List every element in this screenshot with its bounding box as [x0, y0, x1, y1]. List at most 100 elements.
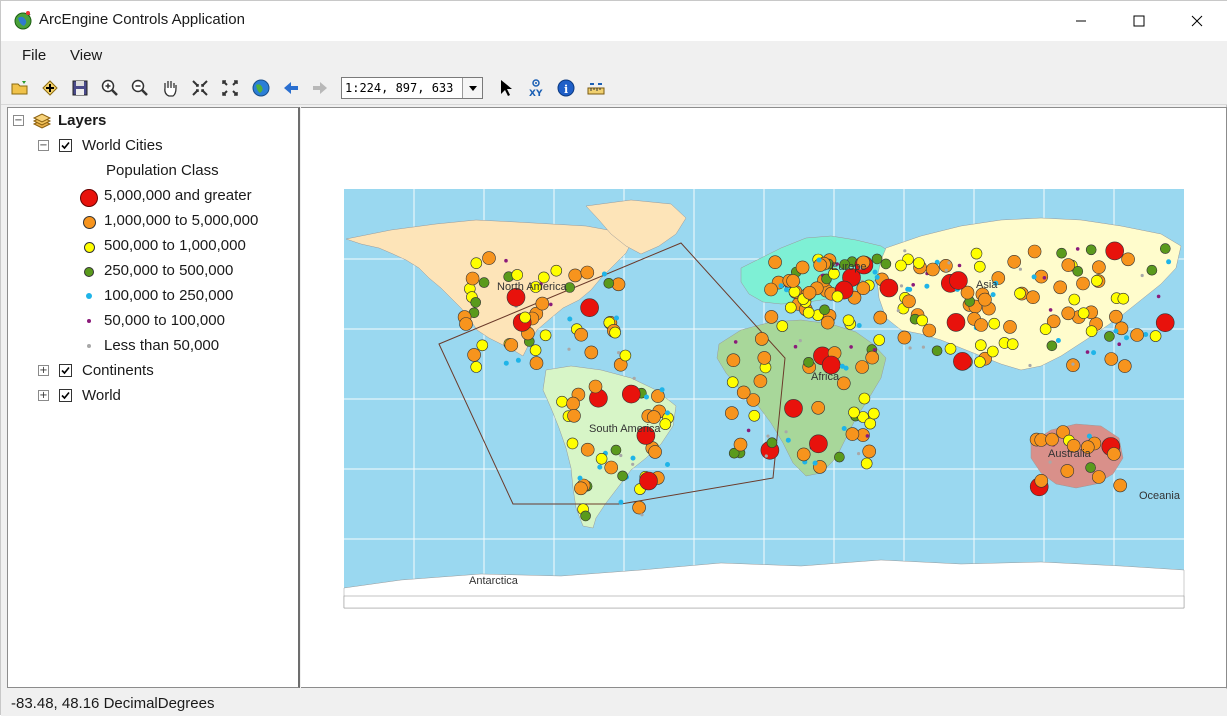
minimize-button[interactable] [1052, 1, 1110, 41]
expand-toggle-world[interactable]: + [38, 390, 49, 401]
city-point [871, 253, 883, 265]
city-point [580, 298, 599, 317]
forward-icon[interactable] [309, 77, 331, 99]
toc-layer-continents[interactable]: Continents [82, 359, 154, 381]
maximize-button[interactable] [1110, 1, 1168, 41]
city-point [1031, 274, 1037, 280]
toc-layer-world[interactable]: World [82, 384, 121, 406]
legend-class-row: 50,000 to 100,000 [104, 309, 225, 331]
city-point [857, 452, 861, 456]
city-point [841, 426, 847, 431]
menu-file[interactable]: File [22, 47, 46, 64]
chevron-down-icon[interactable] [462, 78, 482, 98]
city-point [1092, 260, 1106, 274]
city-point [1034, 269, 1049, 284]
toc-root-layers[interactable]: Layers [58, 109, 106, 131]
save-icon[interactable] [69, 77, 91, 99]
city-point [482, 251, 496, 265]
back-icon[interactable] [280, 77, 302, 99]
add-data-icon[interactable] [39, 77, 61, 99]
city-point [874, 274, 880, 280]
map-view[interactable]: North America Europe Asia Africa South A… [301, 107, 1227, 688]
city-point [618, 499, 624, 505]
city-point [819, 304, 830, 316]
city-point [1124, 335, 1129, 341]
city-point [470, 257, 483, 269]
city-point [588, 379, 603, 394]
city-point [784, 301, 797, 314]
city-point [764, 454, 768, 458]
layer-visibility-checkbox-world-cities[interactable] [59, 139, 72, 152]
zoom-out-icon[interactable] [129, 77, 151, 99]
city-point [1042, 276, 1047, 280]
city-point [519, 311, 531, 324]
map-scale-combobox[interactable]: 1:224, 897, 633 [341, 77, 483, 99]
expand-toggle-continents[interactable]: + [38, 365, 49, 376]
city-point [1090, 275, 1103, 287]
city-point [903, 249, 907, 253]
fixed-zoom-in-icon[interactable] [189, 77, 211, 99]
svg-text:i: i [564, 83, 568, 96]
menu-view[interactable]: View [70, 47, 102, 64]
city-point [665, 462, 670, 467]
layer-visibility-checkbox-continents[interactable] [59, 364, 72, 377]
city-point [504, 258, 508, 263]
label-north-america: North America [497, 281, 568, 293]
city-point [736, 385, 751, 400]
city-point [1056, 247, 1067, 259]
city-point [811, 400, 826, 415]
identify-icon[interactable]: i [555, 77, 577, 99]
city-point [849, 345, 853, 349]
city-point [816, 257, 822, 263]
collapse-toggle-world-cities[interactable]: − [38, 140, 49, 151]
city-point [803, 357, 814, 368]
world-map[interactable]: North America Europe Asia Africa South A… [301, 108, 1225, 688]
city-point [872, 269, 878, 275]
legend-heading-label: Population Class [106, 161, 219, 179]
select-icon[interactable] [495, 77, 517, 99]
toc-layer-label: Continents [82, 361, 154, 379]
go-to-xy-icon[interactable]: XY [525, 77, 547, 99]
city-point [944, 268, 948, 272]
city-point [568, 268, 583, 283]
city-point [873, 310, 888, 325]
layer-visibility-checkbox-world[interactable] [59, 389, 72, 402]
city-point [1003, 320, 1017, 334]
pan-icon[interactable] [159, 77, 181, 99]
city-point [776, 320, 789, 332]
fixed-zoom-out-icon[interactable] [219, 77, 241, 99]
city-point [757, 351, 772, 365]
menu-bar: File View [1, 41, 1227, 71]
city-point [1166, 259, 1172, 265]
city-point [619, 453, 623, 458]
open-icon[interactable] [9, 77, 31, 99]
city-point [1007, 255, 1022, 269]
full-extent-icon[interactable] [250, 77, 272, 99]
city-point [1146, 264, 1158, 276]
city-point [873, 334, 886, 346]
collapse-toggle-layers[interactable]: − [13, 115, 24, 126]
city-point [503, 360, 509, 366]
zoom-in-icon[interactable] [99, 77, 121, 99]
city-point [831, 290, 844, 303]
city-point [974, 356, 986, 368]
label-africa: Africa [811, 371, 840, 383]
measure-icon[interactable] [585, 77, 607, 99]
toolbar: 1:224, 897, 633 XY i [1, 71, 1227, 105]
city-point [1113, 478, 1128, 493]
legend-symbol-large-red-circle [80, 189, 98, 207]
city-point [1159, 243, 1171, 254]
close-button[interactable] [1168, 1, 1226, 41]
city-point [1061, 258, 1076, 272]
city-point [1068, 293, 1081, 306]
city-point [778, 283, 784, 289]
legend-class-row: 250,000 to 500,000 [104, 259, 233, 281]
city-point [921, 345, 926, 349]
toc-layer-world-cities[interactable]: World Cities [82, 134, 163, 156]
city-point [580, 265, 595, 280]
city-point [574, 481, 588, 496]
city-point [470, 361, 482, 373]
city-point [1149, 330, 1162, 342]
city-point [924, 283, 930, 289]
city-point [665, 410, 670, 416]
